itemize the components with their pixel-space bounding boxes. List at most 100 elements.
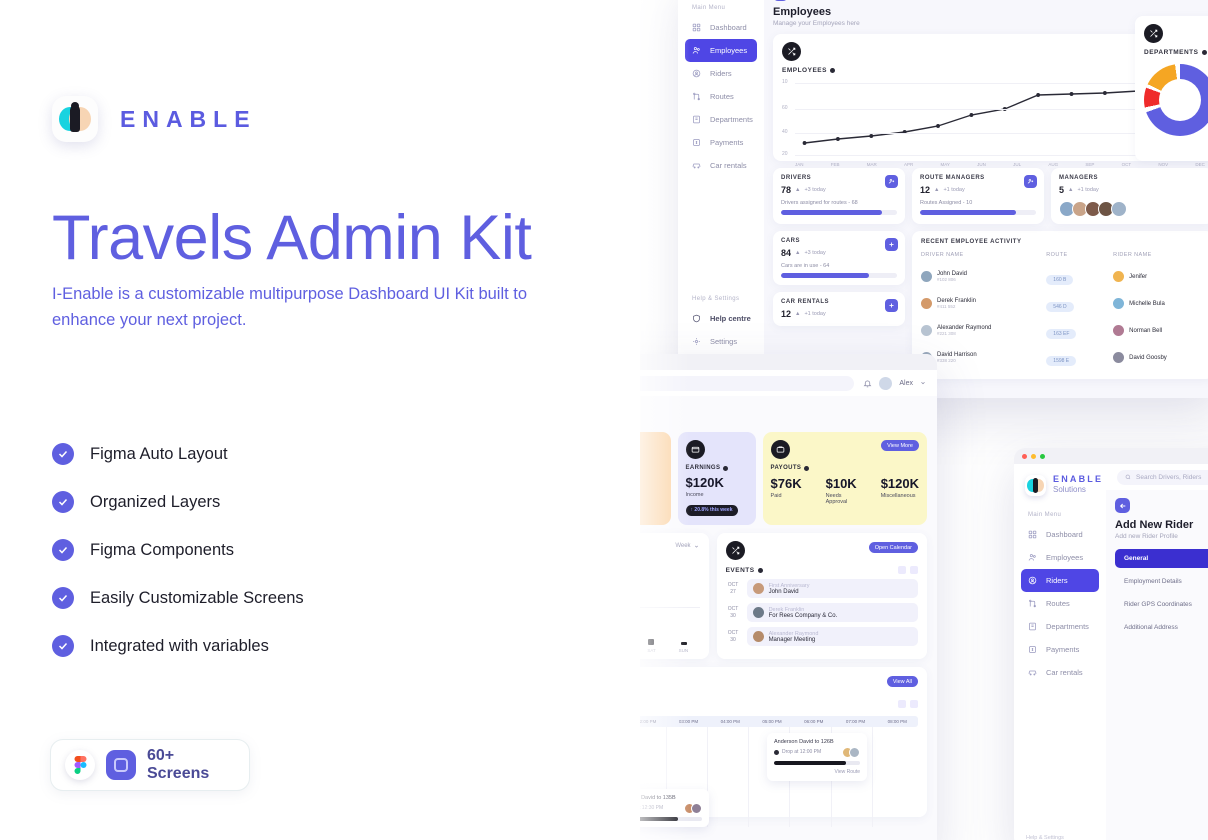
sidebar-label: Routes [1046,599,1070,608]
info-icon[interactable] [804,465,810,471]
feature-label: Easily Customizable Screens [90,588,304,607]
sidebar-brand: ENABLE Solutions [1014,464,1106,505]
tab-rider-gps-coordinates[interactable]: Rider GPS Coordinates [1115,595,1208,614]
table-row[interactable]: Derek Franklin #411 552 546 D Michelle B… [921,290,1205,317]
bar [680,642,687,645]
sidebar-label: Help centre [710,314,751,323]
stat-value: 5 [1059,185,1065,195]
event-month: OCT [727,630,739,637]
sidebar-item-employees[interactable]: Employees [685,39,757,62]
tab-general[interactable]: General [1115,549,1208,568]
user-name[interactable]: Alex [899,380,913,387]
sidebar-item-riders[interactable]: Riders [1021,569,1099,592]
view-more-button[interactable]: View More [881,440,919,451]
minimize-icon[interactable] [1031,453,1036,459]
rider-name: Jenifer [1129,273,1148,280]
event-item[interactable]: OCT 30 Derek Franklin For Rees Company & … [726,603,918,622]
route-badge: 160 B [1046,274,1074,285]
sidebar-item-settings[interactable]: Settings [678,330,764,353]
departments-donut-chart: Drivers - 78 Route Manager - 12 Managers… [1144,64,1208,136]
avatar[interactable] [879,376,893,390]
sidebar-label: Employees [710,46,748,55]
sidebar-item-car-rentals[interactable]: Car rentals [1014,661,1106,684]
sidebar-label: Dashboard [1046,530,1083,539]
table-row[interactable]: Alexander Raymond #221 308 163 EF Norman… [921,317,1205,344]
time-tick: 08:00 PM [887,719,907,724]
event-day: 30 [730,636,736,643]
info-icon[interactable] [723,465,729,471]
earnings-value: $120K [685,475,724,490]
driver-id: #338 220 [937,358,956,363]
route-badge: 1598 E [1046,355,1077,366]
event-month: OCT [727,582,739,589]
time-tick: 07:00 PM [845,719,866,724]
brand-row: ENABLE [52,96,257,142]
next-button[interactable] [910,700,918,708]
payout-label: Miscellaneous [880,493,916,499]
payout-value: $120K [880,476,919,491]
event-item[interactable]: OCT 27 First Anniversary John David [726,579,918,598]
period-selector[interactable]: Week [675,543,698,549]
next-button[interactable] [910,566,918,574]
sidebar-item-employees[interactable]: Employees [1014,546,1106,569]
tab-additional-address[interactable]: Additional Address [1115,618,1208,637]
close-icon[interactable] [1022,453,1027,459]
prev-button[interactable] [898,700,906,708]
maximize-icon[interactable] [1040,453,1045,459]
info-icon[interactable] [829,68,835,73]
brand-name: ENABLE [120,105,257,132]
sidebar-item-departments[interactable]: Departments [678,108,764,131]
sidebar-item-help-centre[interactable]: Help centre [678,307,764,330]
figma-icon [65,750,95,780]
stat-value-row: 12 ▲ +1 today [781,309,826,319]
feature-label: Figma Auto Layout [90,444,228,463]
sidebar-item-riders[interactable]: Riders [678,62,764,85]
view-all-button[interactable]: View All [886,676,918,687]
feature-list: Figma Auto Layout Organized Layers Figma… [52,443,304,657]
trip-card[interactable]: Anderson David to 126B Drop at 12:00 PM … [767,733,867,781]
open-calendar-button[interactable]: Open Calendar [868,542,918,553]
event-item[interactable]: OCT 30 Alexander Raymond Manager Meeting [726,627,918,646]
sidebar-item-routes[interactable]: Routes [1014,592,1106,615]
stat-card-cars: CARS 84 ▲ +3 today Cars are in use - 64 [773,231,905,285]
chevron-down-icon[interactable] [920,380,926,386]
tab-employment-details[interactable]: Employment Details [1115,572,1208,591]
search-input[interactable]: Search Drivers, Riders [1117,469,1208,485]
y-tick: 10 [782,79,788,85]
back-button[interactable] [773,0,788,1]
info-icon[interactable] [757,567,763,573]
page-title: Add New Rider [1115,519,1194,531]
info-icon[interactable] [1201,50,1207,55]
sidebar-item-payments[interactable]: Payments [678,131,764,154]
sidebar-item-payments[interactable]: Payments [1014,638,1106,661]
add-car-rental-button[interactable] [885,299,898,312]
shuffle-icon [725,541,745,560]
stat-sub: Cars are in use - 64 [781,263,830,269]
wallet-icon [685,440,705,459]
table-row[interactable]: John David #102 806 160 B Jenifer [921,263,1205,290]
stat-value: 78 [781,185,792,195]
add-car-button[interactable] [885,238,898,251]
event-sub: For Rees Company & Co. [768,612,838,619]
rider-topbar: Search Drivers, Riders [1106,464,1208,490]
prev-button[interactable] [898,566,906,574]
add-route-manager-button[interactable] [1024,175,1037,188]
sidebar-item-dashboard[interactable]: Dashboard [678,16,764,39]
chevron-down-icon [694,545,698,548]
add-driver-button[interactable] [885,175,898,188]
sidebar-section-help: Help & Settings [1026,835,1064,840]
driver-id: #411 552 [937,304,956,309]
check-icon [52,491,74,513]
table-row[interactable]: David Harrison #338 220 1598 E David Goo… [921,344,1205,371]
feature-item: Integrated with variables [52,635,304,657]
sidebar-item-routes[interactable]: Routes [678,85,764,108]
payout-item: $76K Paid [771,476,802,505]
back-button[interactable] [1115,498,1130,513]
sidebar-item-departments[interactable]: Departments [1014,615,1106,638]
view-route-link[interactable]: View Route [774,769,860,775]
notification-bell-icon[interactable] [863,379,872,388]
sidebar-item-dashboard[interactable]: Dashboard [1014,523,1106,546]
sidebar-item-car-rentals[interactable]: Car rentals [678,154,764,177]
payout-item: $10K Needs Approval [826,476,857,505]
stat-card-route-managers: ROUTE MANAGERS 12 ▲ +1 today Routes Assi… [912,168,1044,224]
